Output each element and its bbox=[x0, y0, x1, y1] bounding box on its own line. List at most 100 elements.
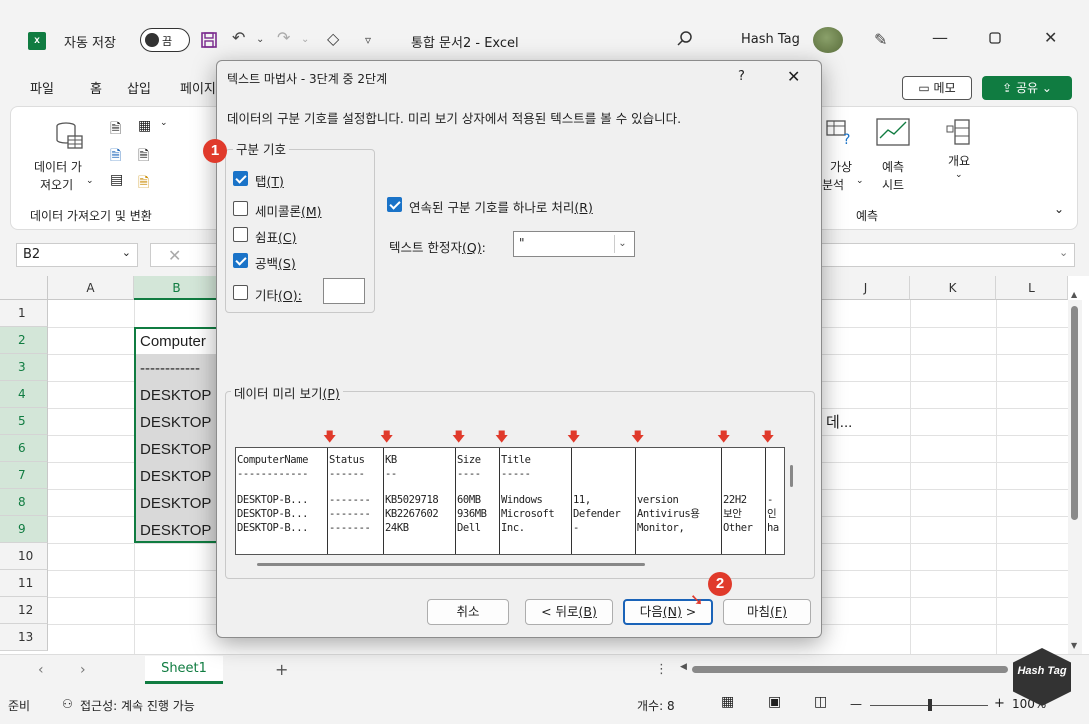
ribbon-expand-icon[interactable]: ⌄ bbox=[1054, 202, 1064, 216]
preview-horizontal-scrollbar[interactable] bbox=[257, 563, 645, 566]
delimiter-space-option[interactable]: 공백(S) bbox=[233, 251, 343, 271]
cancel-button[interactable]: 취소 bbox=[427, 599, 509, 625]
cell-b7[interactable]: DESKTOP bbox=[136, 463, 220, 490]
comma-checkbox[interactable] bbox=[233, 227, 248, 242]
get-data-label[interactable]: 데이터 가 bbox=[34, 158, 82, 175]
horizontal-scrollbar-thumb[interactable] bbox=[692, 666, 1008, 673]
normal-view-icon[interactable]: ▦ bbox=[721, 694, 734, 710]
forecast-sheet-label[interactable]: 예측 bbox=[882, 158, 904, 175]
help-button[interactable]: ? bbox=[738, 69, 745, 84]
zoom-out-icon[interactable]: — bbox=[850, 697, 862, 711]
page-layout-view-icon[interactable]: ▣ bbox=[768, 694, 781, 710]
chevron-down-icon[interactable]: ⌄ bbox=[160, 118, 168, 128]
preview-column[interactable]: version Antivirus용 Monitor, bbox=[636, 448, 722, 554]
preview-column[interactable]: Title ----- Windows Microsoft Inc. bbox=[500, 448, 572, 554]
scrollbar-thumb[interactable] bbox=[1071, 306, 1078, 520]
row-header[interactable]: 4 bbox=[0, 381, 48, 408]
row-header[interactable]: 12 bbox=[0, 597, 48, 624]
next-sheet-icon[interactable]: › bbox=[80, 662, 86, 678]
column-header-k[interactable]: K bbox=[910, 276, 996, 300]
cell-b5[interactable]: DESKTOP bbox=[136, 409, 220, 436]
search-icon[interactable] bbox=[676, 30, 694, 52]
forecast-sheet-label-2[interactable]: 시트 bbox=[882, 176, 904, 193]
dialog-close-icon[interactable]: ✕ bbox=[787, 67, 800, 86]
tab-page-layout[interactable]: 페이지 bbox=[180, 78, 216, 97]
chevron-down-icon[interactable]: ⌄ bbox=[122, 246, 131, 259]
other-delimiter-input[interactable] bbox=[323, 278, 365, 304]
cell-b8[interactable]: DESKTOP bbox=[136, 490, 220, 517]
accessibility-icon[interactable]: ⚇ bbox=[62, 697, 73, 711]
finish-button[interactable]: 마침(F) bbox=[723, 599, 811, 625]
select-all-corner[interactable] bbox=[0, 276, 48, 300]
delimiter-comma-option[interactable]: 쉼표(C) bbox=[233, 225, 343, 245]
tab-checkbox[interactable] bbox=[233, 171, 248, 186]
redo-icon[interactable]: ↷ bbox=[277, 28, 290, 48]
row-header[interactable]: 11 bbox=[0, 570, 48, 597]
preview-column[interactable]: Status ------ ------- ------- ------- bbox=[328, 448, 384, 554]
share-button[interactable]: ⇪ 공유 ⌄ bbox=[982, 76, 1072, 100]
text-qualifier-select[interactable]: " ⌄ bbox=[513, 231, 635, 257]
get-data-label-2[interactable]: 져오기 bbox=[40, 176, 73, 193]
other-checkbox[interactable] bbox=[233, 285, 248, 300]
row-header[interactable]: 9 bbox=[0, 516, 48, 543]
close-icon[interactable]: ✕ bbox=[1044, 28, 1057, 47]
preview-vertical-scrollbar[interactable] bbox=[790, 465, 793, 487]
minimize-icon[interactable]: — bbox=[932, 28, 948, 47]
delimiter-tab-option[interactable]: 탭(T) bbox=[233, 169, 343, 189]
cell-b2[interactable]: Computer bbox=[136, 328, 220, 355]
space-checkbox[interactable] bbox=[233, 253, 248, 268]
what-if-label[interactable]: 가상 bbox=[830, 158, 852, 175]
name-box[interactable]: B2 ⌄ bbox=[16, 243, 138, 267]
preview-column[interactable]: ComputerName ------------ DESKTOP-B... DESK… bbox=[236, 448, 328, 554]
save-icon[interactable] bbox=[200, 31, 218, 54]
add-sheet-icon[interactable]: + bbox=[275, 660, 288, 679]
outline-icon[interactable] bbox=[945, 118, 971, 149]
customize-toolbar-icon[interactable]: ▿ bbox=[365, 30, 371, 50]
cell-b6[interactable]: DESKTOP bbox=[136, 436, 220, 463]
tab-file[interactable]: 파일 bbox=[30, 78, 54, 97]
chevron-down-icon[interactable]: ⌄ bbox=[856, 176, 864, 186]
scroll-down-icon[interactable]: ▼ bbox=[1071, 641, 1077, 650]
what-if-label-2[interactable]: 분석 bbox=[822, 176, 844, 193]
what-if-icon[interactable]: ? bbox=[826, 118, 854, 149]
row-header[interactable]: 3 bbox=[0, 354, 48, 381]
text-csv-icon[interactable]: 🗎 bbox=[110, 118, 121, 142]
recent-sources-icon[interactable]: 🗎 bbox=[138, 145, 149, 169]
preview-column[interactable]: 11, Defender - bbox=[572, 448, 636, 554]
properties-icon[interactable]: 🗎 bbox=[138, 172, 149, 196]
tab-home[interactable]: 홈 bbox=[90, 78, 102, 97]
row-header[interactable]: 1 bbox=[0, 300, 48, 327]
cell-b4[interactable]: DESKTOP bbox=[136, 382, 220, 409]
more-icon[interactable]: ⋮ bbox=[655, 662, 668, 677]
data-preview-box[interactable]: ComputerName ------------ DESKTOP-B... DESK… bbox=[235, 447, 785, 555]
zoom-slider-handle[interactable] bbox=[928, 699, 932, 711]
row-header[interactable]: 10 bbox=[0, 543, 48, 570]
column-header-b[interactable]: B bbox=[134, 276, 220, 300]
column-header-l[interactable]: L bbox=[996, 276, 1068, 300]
from-web-icon[interactable]: 🗎 bbox=[110, 145, 121, 169]
pen-icon[interactable]: ✎ bbox=[874, 30, 887, 50]
sheet-tab[interactable]: Sheet1 bbox=[145, 656, 223, 684]
zoom-in-icon[interactable]: + bbox=[994, 696, 1005, 711]
undo-icon[interactable]: ↶ bbox=[232, 28, 245, 48]
row-header[interactable]: 2 bbox=[0, 327, 48, 354]
consecutive-option[interactable]: 연속된 구분 기호를 하나로 처리(R) bbox=[387, 195, 647, 215]
page-break-view-icon[interactable]: ◫ bbox=[814, 694, 827, 710]
formula-expand-icon[interactable]: ⌄ bbox=[1059, 246, 1068, 259]
scroll-up-icon[interactable]: ▲ bbox=[1071, 290, 1077, 299]
cancel-icon[interactable]: ✕ bbox=[168, 246, 181, 265]
row-header[interactable]: 5 bbox=[0, 408, 48, 435]
existing-connections-icon[interactable]: ▤ bbox=[110, 172, 123, 188]
row-header[interactable]: 6 bbox=[0, 435, 48, 462]
back-button[interactable]: < 뒤로(B) bbox=[525, 599, 613, 625]
memo-button[interactable]: ▭ 메모 bbox=[902, 76, 972, 100]
user-name[interactable]: Hash Tag bbox=[741, 32, 800, 47]
accessibility-status[interactable]: 접근성: 계속 진행 가능 bbox=[80, 697, 195, 714]
undo-dropdown-icon[interactable]: ⌄ bbox=[256, 30, 264, 50]
column-header-j[interactable]: J bbox=[822, 276, 910, 300]
cell-j5[interactable]: 데... bbox=[822, 409, 908, 436]
delimiter-other-option[interactable]: 기타(O): bbox=[233, 283, 319, 303]
chevron-down-icon[interactable]: ⌄ bbox=[955, 170, 963, 180]
column-header-a[interactable]: A bbox=[48, 276, 134, 300]
preview-column[interactable]: Size ---- 60MB 936MB Dell bbox=[456, 448, 500, 554]
